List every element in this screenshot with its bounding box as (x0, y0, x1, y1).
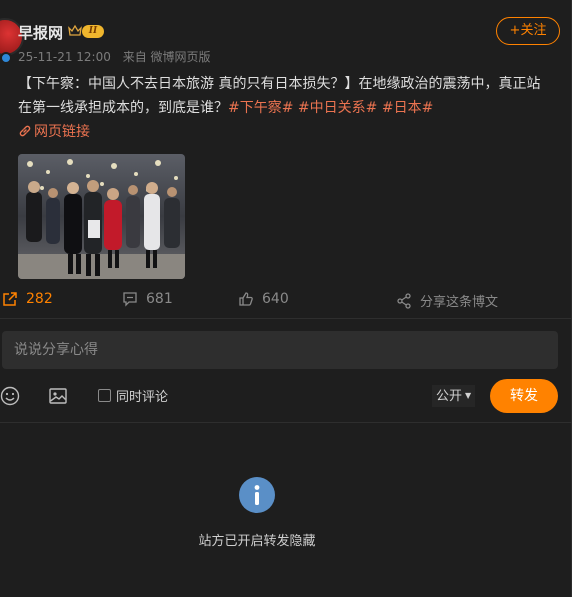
visibility-value: 公开 (436, 389, 463, 404)
action-bar: 282 681 640 分享这条博文 (0, 288, 572, 312)
post-text: 【下午察：中国人不去日本旅游 真的只有日本损失？】在地缘政治的震荡中，真正站在第… (18, 72, 554, 120)
share-icon (397, 292, 411, 309)
image-icon[interactable] (48, 386, 68, 406)
follow-button[interactable]: +关注 (496, 17, 560, 45)
caret-down-icon: ▼ (465, 391, 472, 400)
like-icon (239, 292, 253, 306)
link-icon (19, 125, 31, 137)
emoji-icon[interactable] (0, 386, 20, 406)
share-action[interactable]: 分享这条博文 (396, 291, 498, 310)
comment-count: 681 (146, 291, 173, 307)
post-meta: 25-11-21 12:00 来自 微博网页版 (18, 48, 211, 65)
repost-icon (3, 292, 17, 306)
comment-input[interactable] (2, 331, 558, 369)
like-action[interactable]: 640 (238, 291, 289, 307)
repost-count: 282 (26, 291, 53, 307)
comment-icon (123, 292, 137, 307)
visibility-select[interactable]: 公开 ▼ (432, 385, 476, 407)
crown-icon (68, 24, 82, 36)
like-count: 640 (262, 291, 289, 307)
also-comment-checkbox[interactable] (98, 389, 111, 402)
hashtag[interactable]: #中日关系# (298, 100, 377, 116)
level-badge: II (82, 25, 104, 38)
username[interactable]: 早报网 (18, 22, 63, 43)
share-label: 分享这条博文 (420, 295, 499, 310)
repost-button[interactable]: 转发 (490, 379, 558, 413)
post-card: 早报网 II 25-11-21 12:00 来自 微博网页版 +关注 【下午察：… (0, 0, 572, 597)
comment-action[interactable]: 681 (122, 291, 173, 307)
repost-hidden-notice: 站方已开启转发隐藏 (198, 534, 316, 549)
hashtag[interactable]: #下午察# (228, 100, 293, 116)
web-link-label: 网页链接 (34, 124, 90, 140)
street-crowd-photo (18, 154, 185, 279)
also-comment-label: 同时评论 (116, 390, 169, 405)
divider (0, 318, 572, 319)
web-link[interactable]: 网页链接 (18, 120, 90, 144)
repost-action[interactable]: 282 (2, 291, 53, 307)
post-image[interactable] (18, 154, 185, 279)
info-icon (239, 477, 275, 513)
post-time[interactable]: 25-11-21 12:00 (18, 50, 111, 64)
verified-icon (0, 52, 12, 64)
hashtag[interactable]: #日本# (382, 100, 433, 116)
also-comment-option[interactable]: 同时评论 (98, 386, 168, 405)
divider (0, 422, 572, 423)
post-source: 来自 微博网页版 (122, 50, 211, 64)
